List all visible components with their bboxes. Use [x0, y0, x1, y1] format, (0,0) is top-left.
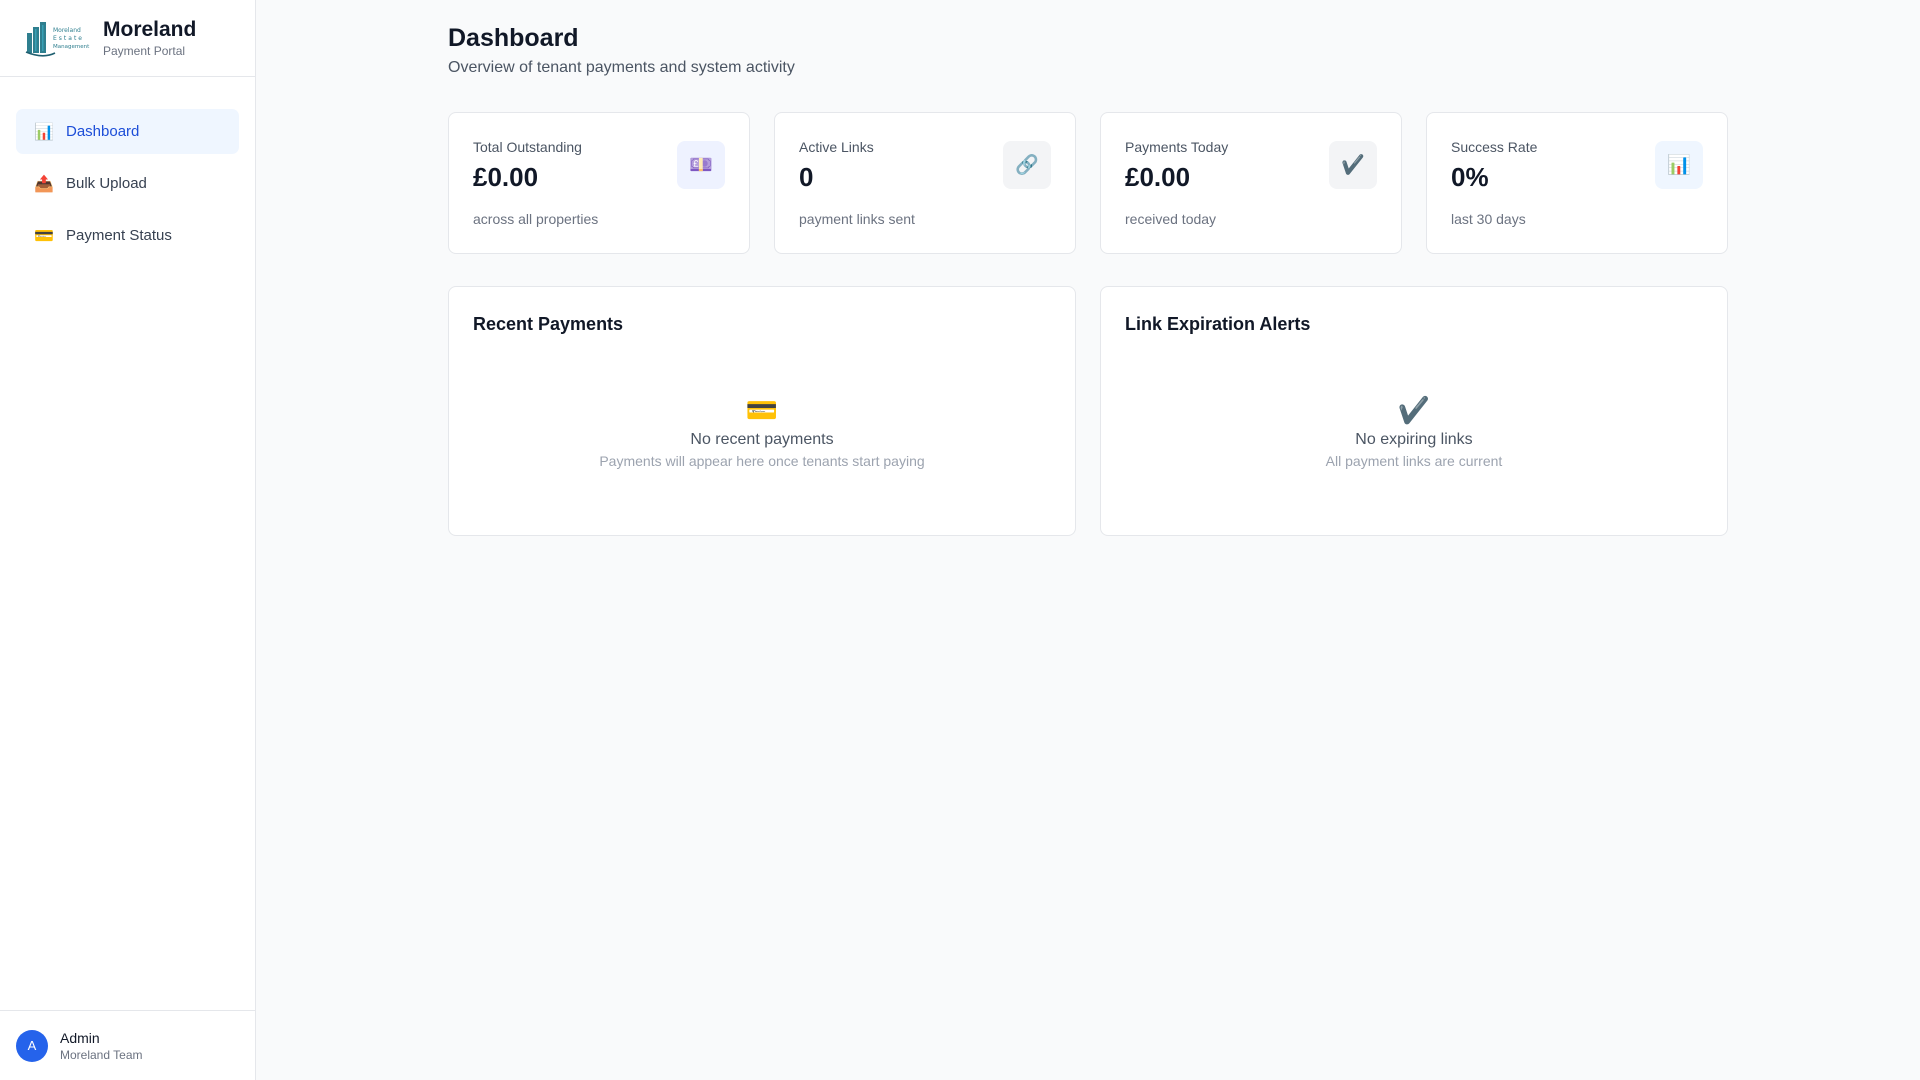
user-team: Moreland Team — [60, 1047, 143, 1062]
pound-note-icon: 💷 — [677, 141, 725, 189]
svg-text:Management: Management — [53, 44, 90, 50]
user-name: Admin — [60, 1029, 100, 1046]
check-icon: ✔️ — [1329, 141, 1377, 189]
stat-card-payments-today: Payments Today £0.00 received today ✔️ — [1100, 112, 1402, 254]
stat-note: received today — [1125, 211, 1217, 227]
sidebar-item-label: Dashboard — [66, 123, 140, 140]
stat-value: £0.00 — [473, 162, 539, 192]
stat-label: Active Links — [799, 139, 874, 155]
stat-label: Total Outstanding — [473, 139, 582, 155]
link-expiration-alerts-panel: Link Expiration Alerts ✔️ No expiring li… — [1100, 286, 1728, 536]
brand-title: Moreland — [103, 18, 197, 41]
stat-label: Success Rate — [1451, 139, 1538, 155]
stat-note: last 30 days — [1451, 211, 1526, 227]
stat-card-active-links: Active Links 0 payment links sent 🔗 — [774, 112, 1076, 254]
check-icon: ✔️ — [1397, 395, 1431, 425]
page-title: Dashboard — [448, 24, 579, 52]
sidebar-item-label: Bulk Upload — [66, 175, 147, 192]
credit-card-icon: 💳 — [34, 227, 54, 245]
avatar: A — [16, 1029, 48, 1062]
stat-card-total-outstanding: Total Outstanding £0.00 across all prope… — [448, 112, 750, 254]
sidebar-nav: 📊 Dashboard 📤 Bulk Upload 💳 Payment Stat… — [0, 77, 255, 258]
empty-state-description: Payments will appear here once tenants s… — [599, 453, 925, 469]
stat-value: 0% — [1451, 162, 1489, 192]
brand-subtitle: Payment Portal — [103, 44, 186, 58]
recent-payments-panel: Recent Payments 💳 No recent payments Pay… — [448, 286, 1076, 536]
moreland-logo: Moreland Estate Management — [25, 19, 91, 57]
stat-card-success-rate: Success Rate 0% last 30 days 📊 — [1426, 112, 1728, 254]
link-icon: 🔗 — [1003, 141, 1051, 189]
stats-row: Total Outstanding £0.00 across all prope… — [448, 112, 1728, 254]
empty-state: 💳 No recent payments Payments will appea… — [449, 395, 1075, 469]
empty-state: ✔️ No expiring links All payment links a… — [1101, 395, 1727, 469]
bar-chart-icon: 📊 — [34, 123, 54, 141]
sidebar-item-dashboard[interactable]: 📊 Dashboard — [16, 109, 239, 154]
panel-title: Link Expiration Alerts — [1125, 314, 1311, 334]
empty-state-title: No expiring links — [1355, 431, 1473, 448]
stat-label: Payments Today — [1125, 139, 1229, 155]
sidebar-item-payment-status[interactable]: 💳 Payment Status — [16, 213, 239, 258]
bar-chart-icon: 📊 — [1655, 141, 1703, 189]
empty-state-title: No recent payments — [690, 431, 834, 448]
brand: Moreland Estate Management Moreland Paym… — [0, 0, 255, 77]
panel-title: Recent Payments — [473, 314, 624, 334]
page-subtitle: Overview of tenant payments and system a… — [448, 59, 795, 76]
credit-card-icon: 💳 — [745, 395, 779, 425]
panels-row: Recent Payments 💳 No recent payments Pay… — [448, 286, 1728, 536]
stat-note: across all properties — [473, 211, 599, 227]
sidebar-item-bulk-upload[interactable]: 📤 Bulk Upload — [16, 161, 239, 206]
user-profile[interactable]: A Admin Moreland Team — [0, 1010, 255, 1080]
svg-text:Moreland: Moreland — [53, 27, 81, 34]
stat-note: payment links sent — [799, 211, 915, 227]
upload-icon: 📤 — [34, 175, 54, 193]
stat-value: 0 — [799, 162, 814, 192]
stat-value: £0.00 — [1125, 162, 1191, 192]
svg-text:Estate: Estate — [53, 35, 84, 42]
empty-state-description: All payment links are current — [1325, 453, 1503, 469]
sidebar: Moreland Estate Management Moreland Paym… — [0, 0, 256, 1080]
sidebar-item-label: Payment Status — [66, 227, 172, 244]
